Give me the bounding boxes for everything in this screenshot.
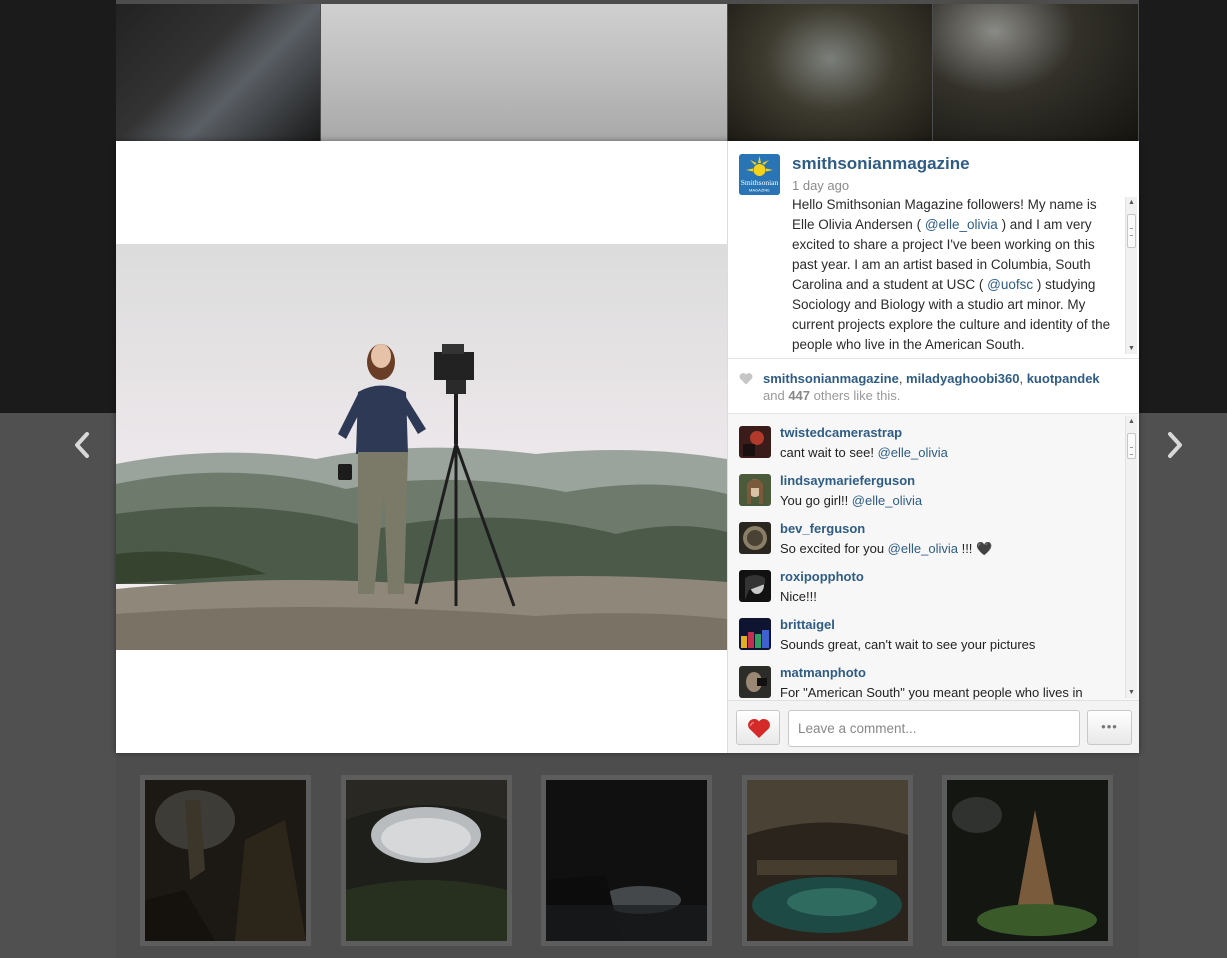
- comment-mention[interactable]: @elle_olivia: [888, 541, 958, 556]
- comment-username[interactable]: lindsaymarieferguson: [780, 473, 915, 488]
- scrollbar-thumb[interactable]: [1127, 214, 1136, 248]
- photo-thumbnail[interactable]: [140, 775, 311, 946]
- comments-scrollbar[interactable]: ▲ ▼: [1125, 416, 1137, 698]
- user-avatar-image: [739, 570, 771, 602]
- comment-text: cant wait to see! @elle_olivia: [780, 445, 948, 460]
- comment-item: roxipopphoto Nice!!!: [739, 558, 1119, 606]
- liker-separator: ,: [1019, 371, 1027, 386]
- likes-section: smithsonianmagazine, miladyaghoobi360, k…: [728, 358, 1139, 414]
- thumbnail-image: [947, 780, 1108, 941]
- background-photo: [728, 4, 932, 142]
- comment-text: For "American South" you meant people wh…: [780, 685, 1083, 700]
- photo-thumbnail[interactable]: [942, 775, 1113, 946]
- comment-text: You go girl!! @elle_olivia: [780, 493, 922, 508]
- svg-text:Smithsonian: Smithsonian: [741, 178, 779, 187]
- scroll-down-arrow[interactable]: ▼: [1126, 687, 1137, 698]
- likers-list: smithsonianmagazine, miladyaghoobi360, k…: [763, 371, 1100, 386]
- user-avatar-image: [739, 522, 771, 554]
- comment-bar: •••: [728, 700, 1139, 753]
- photo-thumbnail[interactable]: [341, 775, 512, 946]
- comment-input[interactable]: [788, 710, 1080, 747]
- heart-icon: [739, 373, 753, 385]
- comment-username[interactable]: brittaigel: [780, 617, 835, 632]
- comment-text: Nice!!!: [780, 589, 817, 604]
- avatar[interactable]: [739, 522, 771, 554]
- caption-scrollbar[interactable]: ▲ ▼: [1125, 197, 1137, 354]
- background-photo: [933, 4, 1138, 142]
- heart-icon: [748, 718, 770, 738]
- thumbnail-image: [145, 780, 306, 941]
- likes-prefix: and: [763, 388, 789, 403]
- comment-item: matmanphoto For "American South" you mea…: [739, 654, 1119, 700]
- user-avatar-image: [739, 618, 771, 650]
- liker-link[interactable]: kuotpandek: [1027, 371, 1100, 386]
- post-photo: [116, 244, 727, 650]
- background-photo: [321, 4, 727, 142]
- post-timestamp: 1 day ago: [792, 178, 850, 193]
- user-avatar-image: [739, 666, 771, 698]
- comment-item: bev_ferguson So excited for you @elle_ol…: [739, 510, 1119, 558]
- post-header: Smithsonian MAGAZINE smithsonianmagazine…: [728, 141, 1139, 358]
- comment-item: twistedcamerastrap cant wait to see! @el…: [739, 414, 1119, 462]
- liker-link[interactable]: miladyaghoobi360: [906, 371, 1019, 386]
- comments-list: twistedcamerastrap cant wait to see! @el…: [728, 414, 1139, 700]
- comment-body: For "American South" you meant people wh…: [780, 685, 1083, 700]
- comment-body: So excited for you: [780, 541, 888, 556]
- scrollbar-thumb[interactable]: [1127, 433, 1136, 459]
- user-avatar-image: [739, 474, 771, 506]
- likes-count: and 447 others like this.: [763, 388, 900, 403]
- post-caption: Hello Smithsonian Magazine followers! My…: [792, 195, 1122, 355]
- scroll-up-arrow[interactable]: ▲: [1126, 197, 1137, 208]
- smithsonian-logo-icon: Smithsonian MAGAZINE: [739, 154, 780, 195]
- chevron-left-icon: [75, 432, 89, 458]
- comment-username[interactable]: bev_ferguson: [780, 521, 865, 536]
- comment-username[interactable]: twistedcamerastrap: [780, 425, 902, 440]
- photo-modal: Smithsonian MAGAZINE smithsonianmagazine…: [116, 141, 1139, 753]
- scroll-up-arrow[interactable]: ▲: [1126, 416, 1137, 427]
- post-sidebar: Smithsonian MAGAZINE smithsonianmagazine…: [727, 141, 1139, 753]
- caption-mention[interactable]: @elle_olivia: [925, 217, 998, 232]
- avatar[interactable]: [739, 426, 771, 458]
- comment-body: You go girl!!: [780, 493, 852, 508]
- liker-link[interactable]: smithsonianmagazine: [763, 371, 899, 386]
- photo-thumbnail[interactable]: [541, 775, 712, 946]
- previous-arrow[interactable]: [68, 430, 98, 460]
- caption-mention[interactable]: @uofsc: [987, 277, 1033, 292]
- user-avatar-image: [739, 426, 771, 458]
- photo-thumbnail[interactable]: [742, 775, 913, 946]
- comment-mention[interactable]: @elle_olivia: [878, 445, 948, 460]
- background-photo: [116, 4, 320, 142]
- thumbnail-image: [546, 780, 707, 941]
- avatar[interactable]: [739, 666, 771, 698]
- photo-area: [116, 141, 727, 753]
- avatar[interactable]: [739, 570, 771, 602]
- comment-username[interactable]: matmanphoto: [780, 665, 866, 680]
- comment-body: Nice!!!: [780, 589, 817, 604]
- like-button[interactable]: [736, 710, 780, 745]
- svg-text:MAGAZINE: MAGAZINE: [749, 188, 770, 193]
- comment-body: cant wait to see!: [780, 445, 878, 460]
- avatar[interactable]: [739, 618, 771, 650]
- comment-item: brittaigel Sounds great, can't wait to s…: [739, 606, 1119, 654]
- more-options-button[interactable]: •••: [1087, 710, 1132, 745]
- comment-body: !!! 🖤: [957, 541, 993, 556]
- comment-text: Sounds great, can't wait to see your pic…: [780, 637, 1035, 652]
- comment-text: So excited for you @elle_olivia !!! 🖤: [780, 541, 992, 557]
- thumbnail-image: [346, 780, 507, 941]
- likes-number[interactable]: 447: [788, 388, 810, 403]
- comment-body: Sounds great, can't wait to see your pic…: [780, 637, 1036, 652]
- avatar[interactable]: [739, 474, 771, 506]
- comment-username[interactable]: roxipopphoto: [780, 569, 864, 584]
- avatar[interactable]: Smithsonian MAGAZINE: [739, 154, 780, 195]
- liker-separator: ,: [898, 371, 907, 386]
- comment-mention[interactable]: @elle_olivia: [852, 493, 922, 508]
- thumbnail-image: [747, 780, 908, 941]
- scroll-down-arrow[interactable]: ▼: [1126, 343, 1137, 354]
- likes-suffix: others like this.: [810, 388, 901, 403]
- comment-item: lindsaymarieferguson You go girl!! @elle…: [739, 462, 1119, 510]
- next-arrow[interactable]: [1159, 430, 1189, 460]
- post-username[interactable]: smithsonianmagazine: [792, 154, 970, 174]
- chevron-right-icon: [1168, 432, 1182, 458]
